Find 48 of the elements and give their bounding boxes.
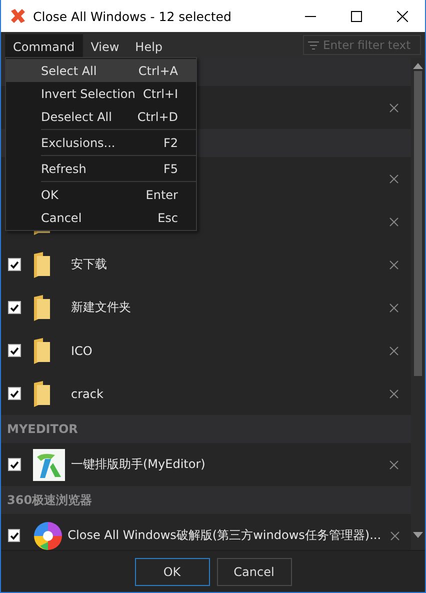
window-name: 一键排版助手(MyEditor): [71, 456, 206, 473]
close-icon: [389, 102, 399, 112]
window-name: Close All Windows破解版(第三方windows任务管理器)...: [68, 527, 382, 544]
folder-icon: [33, 252, 51, 278]
checkbox[interactable]: [8, 529, 20, 542]
menu-item[interactable]: Help: [127, 34, 171, 58]
close-icon: [389, 460, 399, 470]
close-icon: [389, 260, 399, 270]
menu-item[interactable]: Command: [5, 34, 83, 58]
dialog-button[interactable]: OK: [134, 558, 210, 586]
app-icon: [33, 448, 65, 480]
window-name: 新建文件夹: [71, 299, 132, 316]
filter-icon: [308, 40, 319, 50]
close-icon: [389, 346, 399, 356]
close-icon: [390, 530, 400, 540]
window-title: Close All Windows - 12 selected: [33, 8, 232, 24]
group-header: 360极速浏览器: [7, 492, 92, 508]
checkbox[interactable]: [8, 301, 21, 314]
close-icon: [389, 388, 399, 398]
checkbox[interactable]: [8, 387, 21, 400]
window-name: crack: [71, 386, 104, 400]
browser-icon: [32, 520, 64, 550]
window-name: ICO: [71, 344, 94, 358]
menu-option[interactable]: Select All Ctrl+A: [6, 59, 196, 82]
folder-icon: [33, 380, 51, 406]
menu-option[interactable]: Refresh F5: [6, 157, 196, 180]
filter-field[interactable]: Enter filter text: [303, 35, 421, 55]
scroll-up-icon[interactable]: [413, 63, 423, 69]
checkbox[interactable]: [8, 344, 21, 357]
app-logo-icon: [9, 8, 27, 24]
checkbox[interactable]: [8, 258, 21, 271]
folder-icon: [33, 338, 51, 364]
menu-option[interactable]: Invert Selection Ctrl+I: [6, 82, 196, 105]
menu-option[interactable]: OK Enter: [6, 183, 196, 206]
close-icon[interactable]: [396, 10, 408, 22]
close-icon: [389, 302, 399, 312]
menu-option[interactable]: Deselect All Ctrl+D: [6, 105, 196, 128]
maximize-icon[interactable]: [350, 10, 362, 22]
scroll-down-icon[interactable]: [413, 532, 423, 538]
checkbox[interactable]: [8, 458, 21, 471]
scrollbar-thumb[interactable]: [414, 71, 422, 376]
menu-item[interactable]: View: [82, 34, 128, 58]
group-header: MYEDITOR: [7, 422, 78, 436]
folder-icon: [33, 294, 51, 320]
close-icon: [389, 174, 399, 184]
close-icon: [389, 216, 399, 226]
window-name: 安下载: [71, 256, 108, 273]
dialog-button[interactable]: Cancel: [216, 558, 292, 586]
